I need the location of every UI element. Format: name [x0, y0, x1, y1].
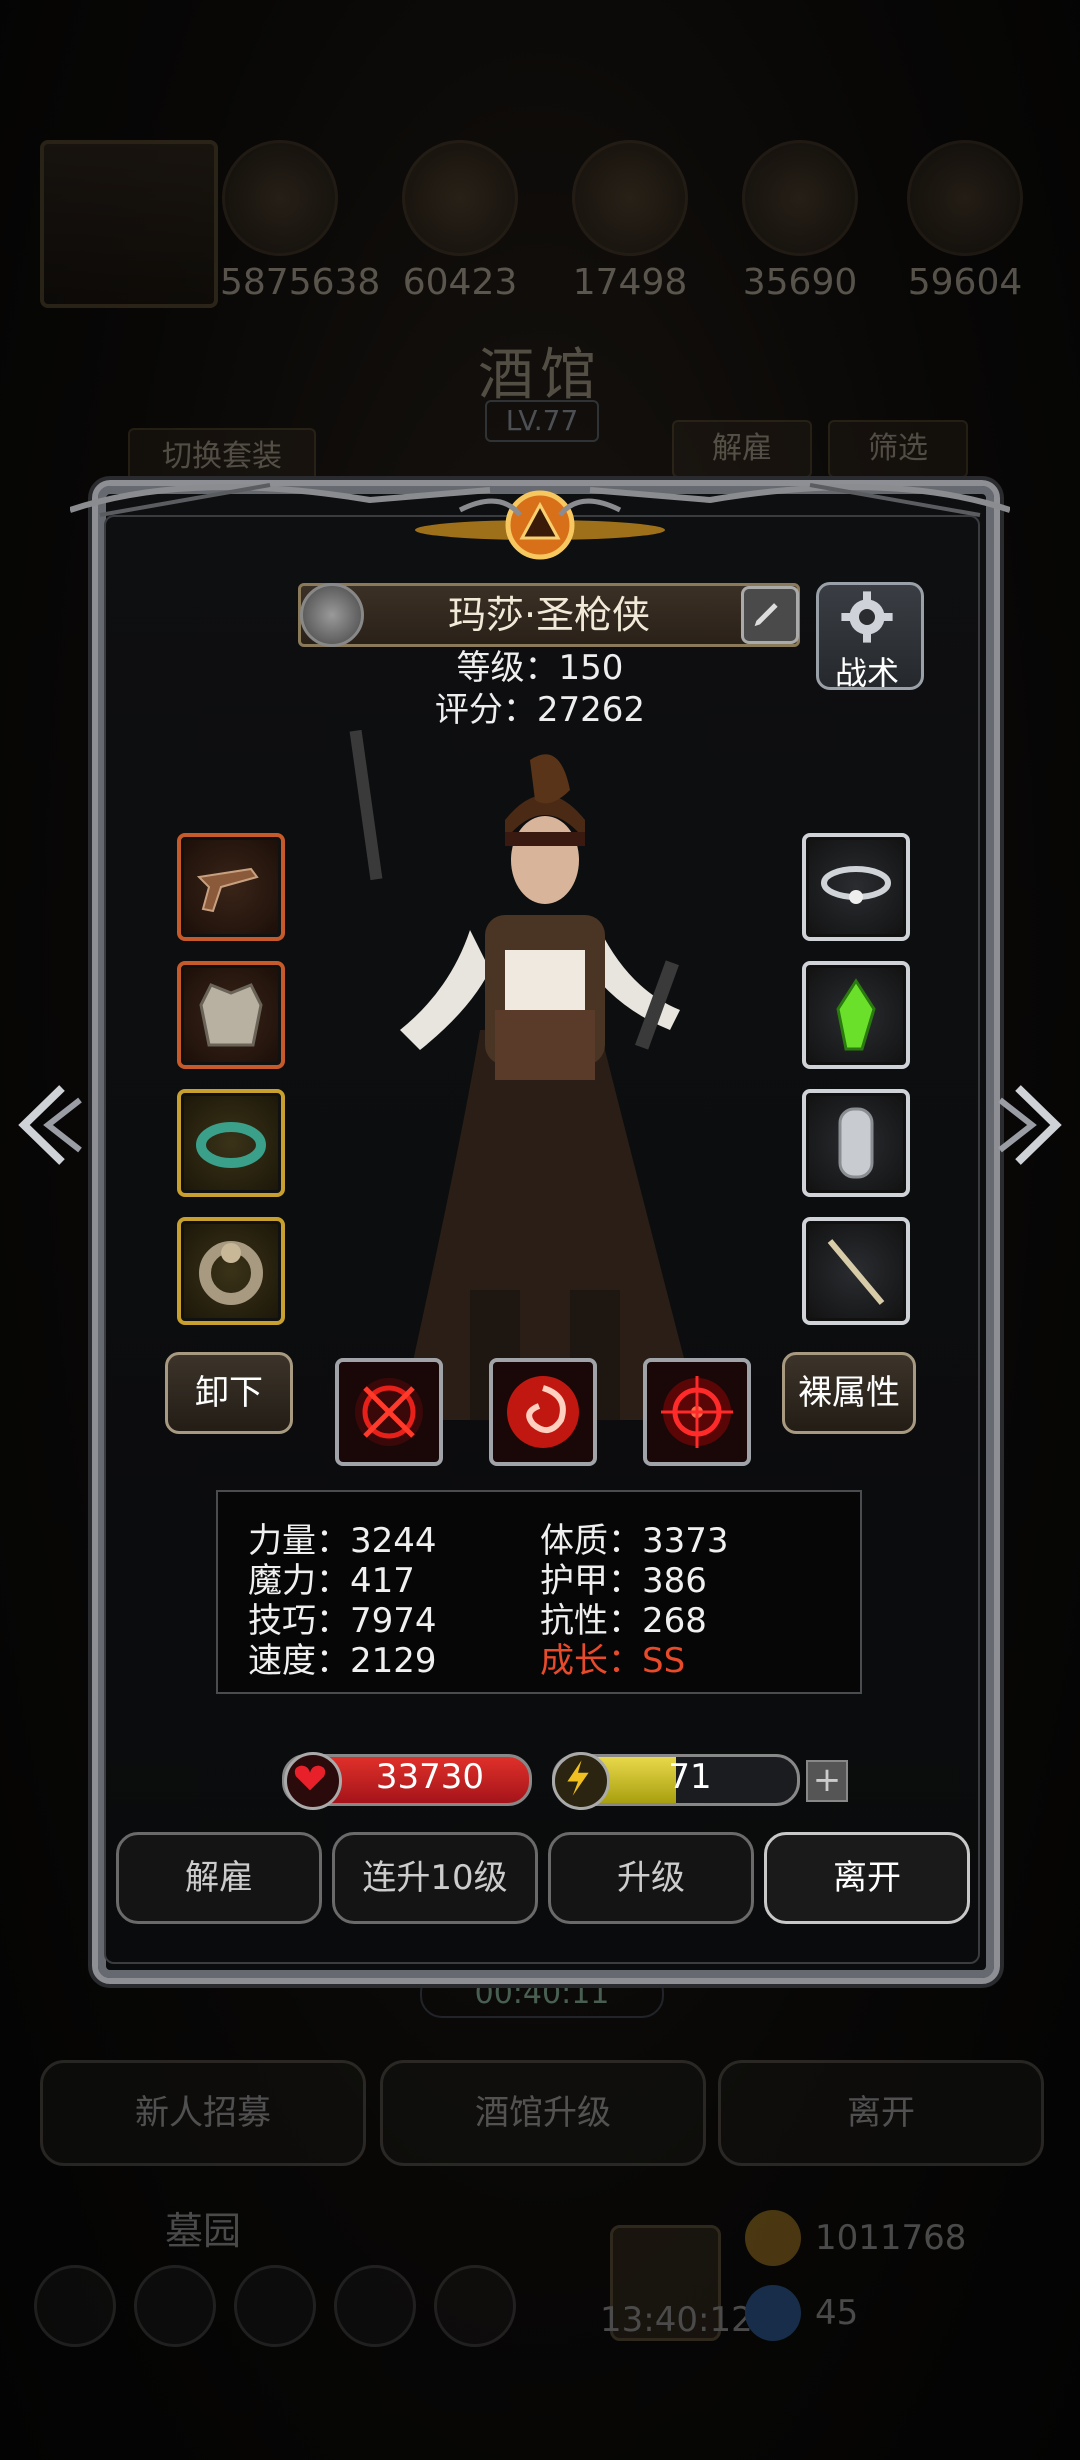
stat-growth: 成长：SS: [540, 1641, 686, 1681]
coin-icon: [745, 2210, 801, 2266]
resource-item: 5875638: [220, 140, 381, 303]
resource-value: 5875638: [220, 262, 381, 303]
gold-icon: [222, 140, 338, 256]
tomb-label: 墓园: [165, 2209, 242, 2253]
tavern-title: 酒馆: [478, 343, 602, 408]
heart-icon: [284, 1752, 342, 1810]
nav-circle-icon: [434, 2265, 516, 2347]
lightning-icon: [552, 1752, 610, 1810]
stone-icon: [907, 140, 1023, 256]
base-attributes-button[interactable]: 裸属性: [782, 1352, 916, 1434]
wood-icon: [402, 140, 518, 256]
coin-value: 1011768: [815, 2218, 967, 2258]
iron-icon: [572, 140, 688, 256]
resource-item: 35690: [740, 140, 860, 303]
resource-item: 59604: [905, 140, 1025, 303]
pistol-icon: [196, 867, 259, 913]
skill-slot-3[interactable]: [643, 1358, 751, 1466]
equip-slot-staff[interactable]: [802, 1217, 910, 1325]
level-up-10-button[interactable]: 连升10级: [332, 1832, 538, 1924]
equip-slot-crystal[interactable]: [802, 961, 910, 1069]
edit-name-button[interactable]: [741, 586, 799, 644]
crystal-icon: [836, 978, 876, 1051]
rank-badge-icon[interactable]: [300, 583, 364, 647]
resource-item: 60423: [400, 140, 520, 303]
resource-item: 17498: [570, 140, 690, 303]
leave-button[interactable]: 离开: [764, 1832, 970, 1924]
bracelet-icon: [196, 1122, 266, 1168]
nav-circle-icon: [334, 2265, 416, 2347]
nav-circle-icon: [134, 2265, 216, 2347]
resource-value: 17498: [572, 262, 688, 303]
gem-value: 45: [815, 2293, 859, 2333]
equip-slot-amulet[interactable]: [802, 833, 910, 941]
staff-icon: [827, 1239, 885, 1305]
gift-timer: 13:40:12: [600, 2300, 753, 2340]
gem-icon: [745, 2285, 801, 2341]
pencil-icon: [754, 603, 778, 627]
vortex-skill-icon: [507, 1376, 579, 1448]
prev-hero-arrow-icon[interactable]: [14, 1080, 84, 1170]
equip-slot-armor[interactable]: [177, 961, 285, 1069]
level-up-button[interactable]: 升级: [548, 1832, 754, 1924]
amulet-icon: [821, 866, 891, 904]
hp-value: 33730: [375, 1757, 485, 1797]
crosshair-skill-icon: [355, 1378, 423, 1446]
nav-circle-icon: [234, 2265, 316, 2347]
unequip-button[interactable]: 卸下: [165, 1352, 293, 1434]
crystal-icon: [742, 140, 858, 256]
resource-value: 59604: [907, 262, 1023, 303]
skill-slot-1[interactable]: [335, 1358, 443, 1466]
equip-slot-weapon[interactable]: [177, 833, 285, 941]
equip-slot-bracelet[interactable]: [177, 1089, 285, 1197]
add-energy-button[interactable]: +: [806, 1760, 848, 1802]
target-skill-icon: [661, 1376, 733, 1448]
dismiss-button[interactable]: 解雇: [116, 1832, 322, 1924]
armor-icon: [199, 983, 263, 1047]
stat-speed: 速度：2129: [248, 1641, 437, 1681]
equip-slot-ring[interactable]: [177, 1217, 285, 1325]
tavern-level: LV.77: [485, 400, 599, 442]
resource-value: 60423: [402, 262, 518, 303]
recruit-button: 新人招募: [40, 2060, 366, 2166]
ring-icon: [199, 1241, 263, 1305]
equip-slot-chainmail[interactable]: [802, 1089, 910, 1197]
leave-button-bg: 离开: [718, 2060, 1044, 2166]
hero-name: 玛莎·圣枪侠: [298, 583, 800, 647]
hero-score: 评分：27262: [434, 690, 646, 730]
chainmail-icon: [838, 1107, 874, 1179]
tactic-label: 战术: [834, 654, 899, 692]
next-hero-arrow-icon[interactable]: [996, 1080, 1066, 1170]
skill-slot-2[interactable]: [489, 1358, 597, 1466]
resource-row: 5875638 60423 17498 35690 59604: [40, 140, 1050, 310]
energy-value: 71: [668, 1757, 712, 1797]
resource-value: 35690: [742, 262, 858, 303]
player-portrait: [40, 140, 218, 308]
nav-circle-icon: [34, 2265, 116, 2347]
emblem-icon: [415, 490, 665, 560]
tavern-upgrade-button: 酒馆升级: [380, 2060, 706, 2166]
